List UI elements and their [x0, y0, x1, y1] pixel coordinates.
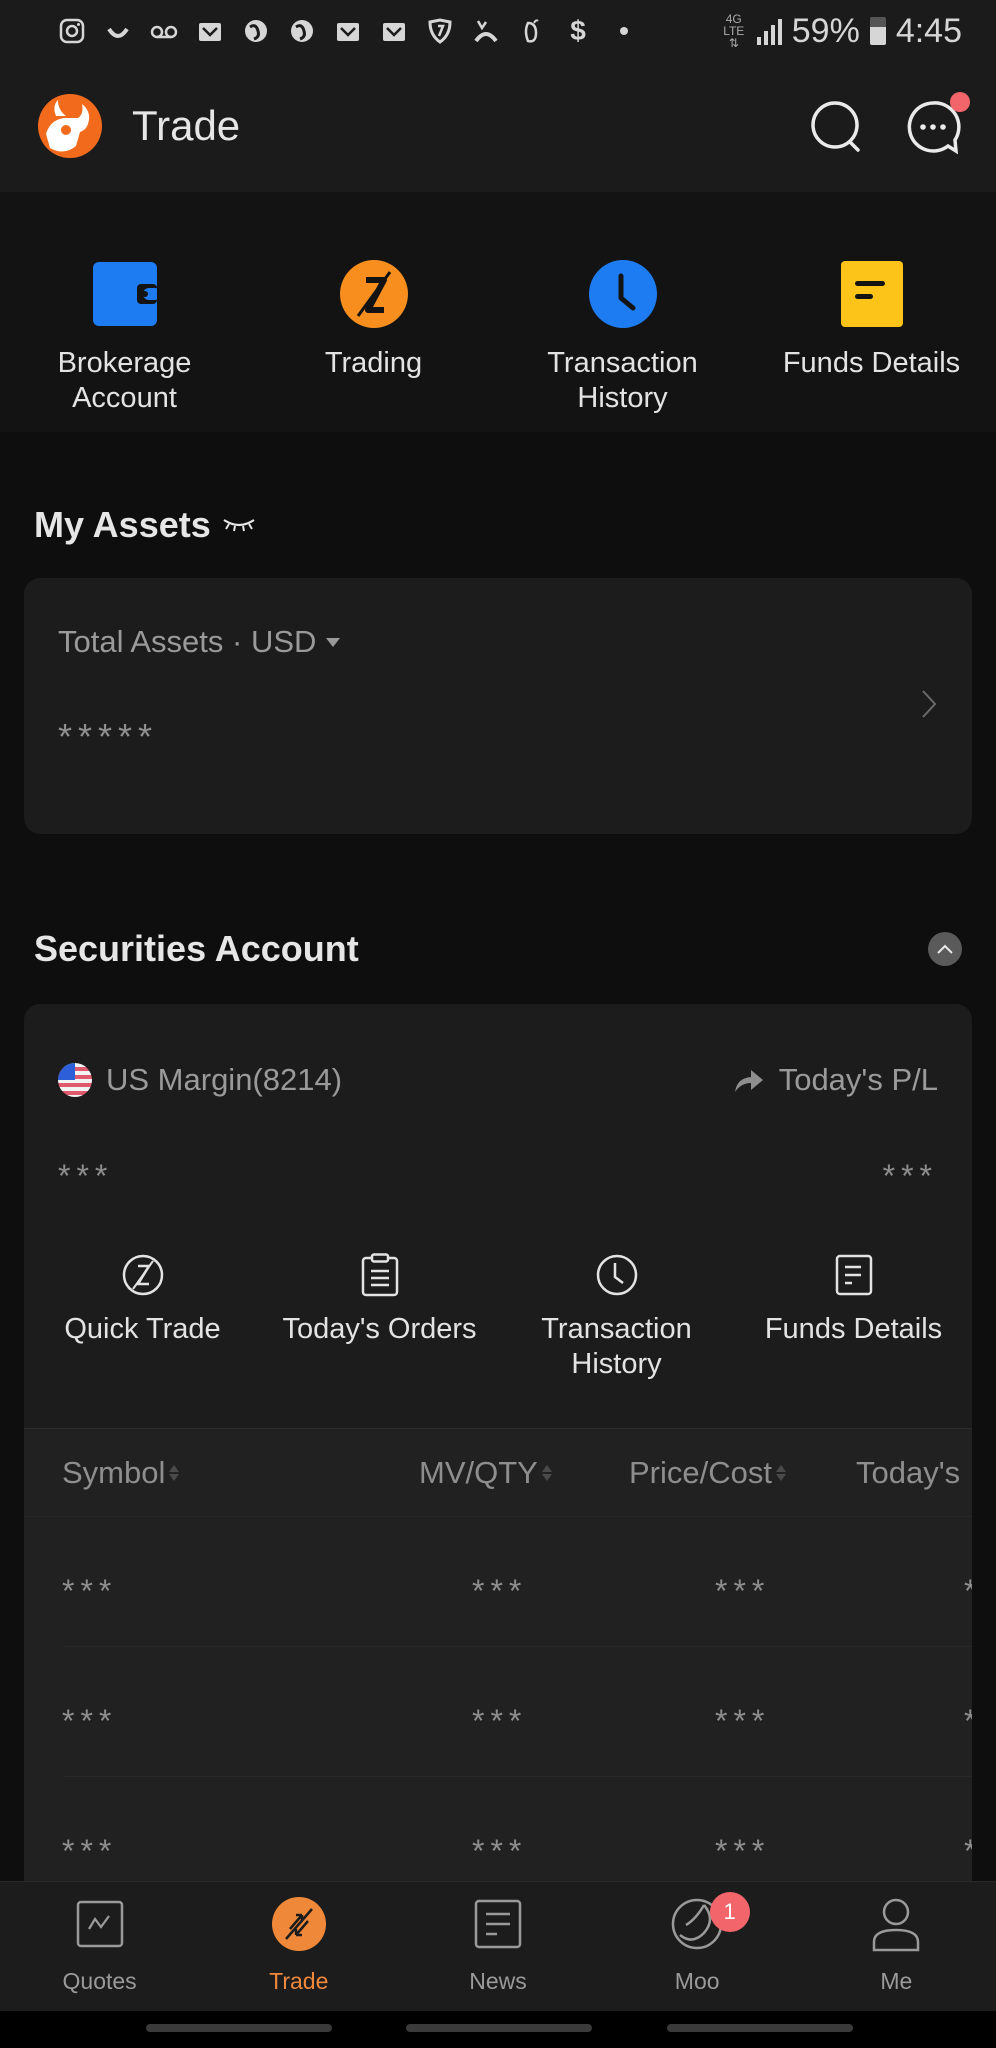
- table-header: Symbol MV/QTY Price/Cost Today's: [24, 1429, 972, 1517]
- bottom-navigation: Quotes Trade News Moo 1 Me: [0, 1881, 996, 2011]
- search-icon: [811, 101, 860, 152]
- sort-icon: [541, 1465, 552, 1481]
- sort-icon: [775, 1465, 786, 1481]
- nav-trade[interactable]: Trade: [199, 1882, 398, 2011]
- transaction-history-button-2[interactable]: Transaction History: [498, 1252, 735, 1382]
- voicemail-icon: [148, 15, 180, 47]
- quick-trade-icon: [120, 1252, 166, 1298]
- dollar-icon: $: [570, 15, 586, 46]
- person-icon: [868, 1896, 924, 1952]
- page-title: Trade: [132, 102, 241, 149]
- account-row[interactable]: US Margin(8214) Today's P/L: [58, 1062, 938, 1098]
- document-icon: [831, 1252, 877, 1298]
- total-assets-value: *****: [58, 716, 159, 757]
- clock-icon: [594, 1252, 640, 1298]
- battery-percent: 59%: [791, 11, 860, 50]
- nav-quotes[interactable]: Quotes: [0, 1882, 199, 2011]
- search-button[interactable]: [808, 98, 866, 156]
- app-icon: [286, 15, 318, 47]
- home-button[interactable]: [406, 2024, 592, 2032]
- total-assets-card[interactable]: Total Assets · USD *****: [24, 578, 972, 834]
- funds-details-button[interactable]: Funds Details: [747, 192, 996, 432]
- sort-icon: [169, 1465, 180, 1481]
- table-row[interactable]: *** *** *** *: [62, 1647, 972, 1777]
- chevron-right-icon: [922, 690, 937, 718]
- caret-down-icon: [326, 637, 341, 647]
- notification-badge: 1: [709, 1892, 750, 1932]
- mail-icon: [194, 15, 226, 47]
- quick-trade-button[interactable]: Quick Trade: [24, 1252, 261, 1382]
- collapse-button[interactable]: [928, 932, 962, 966]
- column-price-cost[interactable]: Price/Cost: [629, 1455, 786, 1491]
- todays-pl-toggle[interactable]: Today's P/L: [733, 1062, 938, 1098]
- dot-icon: [608, 15, 640, 47]
- account-values: *** ***: [58, 1158, 938, 1195]
- notification-icons: $: [56, 15, 640, 47]
- positions-table: Symbol MV/QTY Price/Cost Today's *** ***…: [24, 1428, 972, 1904]
- brokerage-account-button[interactable]: Brokerage Account: [0, 192, 249, 432]
- account-value: ***: [58, 1158, 114, 1194]
- funds-details-button-2[interactable]: Funds Details: [735, 1252, 972, 1382]
- trade-icon: [271, 1896, 327, 1952]
- quick-actions: Brokerage Account Trading Transaction Hi…: [0, 192, 996, 432]
- notification-dot: [950, 92, 970, 112]
- hide-eye-icon[interactable]: [221, 514, 257, 536]
- pl-value: ***: [882, 1158, 938, 1194]
- securities-account-heading: Securities Account: [34, 928, 359, 969]
- column-mv-qty[interactable]: MV/QTY: [419, 1455, 552, 1491]
- clipboard-icon: [357, 1252, 403, 1298]
- shield-icon: [424, 15, 456, 47]
- securities-account-card: US Margin(8214) Today's P/L *** *** Quic…: [24, 1004, 972, 1904]
- column-todays[interactable]: Today's: [856, 1455, 960, 1491]
- trading-button[interactable]: Trading: [249, 192, 498, 432]
- document-icon: [838, 260, 906, 328]
- mail-icon: [378, 15, 410, 47]
- todays-orders-button[interactable]: Today's Orders: [261, 1252, 498, 1382]
- app-logo-icon: [38, 94, 102, 158]
- column-symbol[interactable]: Symbol: [62, 1455, 180, 1491]
- status-bar: $ 4G LTE ⇅ 59% 4:45: [0, 0, 996, 62]
- system-gesture-bar: [0, 2011, 996, 2048]
- nav-me[interactable]: Me: [797, 1882, 996, 2011]
- account-actions: Quick Trade Today's Orders Transaction H…: [24, 1252, 972, 1382]
- currency-selector[interactable]: Total Assets · USD: [58, 624, 341, 660]
- us-flag-icon: [58, 1063, 92, 1097]
- clock: 4:45: [895, 11, 962, 50]
- clock-icon: [588, 260, 657, 328]
- nav-news[interactable]: News: [398, 1882, 597, 2011]
- app-icon: [516, 15, 548, 47]
- chevron-up-icon: [937, 944, 953, 954]
- wallet-icon: [91, 260, 159, 328]
- my-assets-heading: My Assets: [34, 504, 257, 546]
- back-button[interactable]: [667, 2024, 853, 2032]
- amazon-icon: [102, 15, 134, 47]
- nav-moo[interactable]: Moo 1: [598, 1882, 797, 2011]
- app-icon: [470, 15, 502, 47]
- instagram-icon: [56, 15, 88, 47]
- app-icon: [240, 15, 272, 47]
- account-name: US Margin(8214): [106, 1062, 343, 1097]
- share-arrow-icon: [734, 1070, 763, 1092]
- app-header: Trade: [0, 62, 996, 192]
- battery-icon: [869, 17, 886, 45]
- chart-icon: [72, 1896, 128, 1952]
- trade-icon: [339, 260, 408, 328]
- signal-icon: [756, 17, 782, 45]
- network-indicator: 4G LTE ⇅: [723, 12, 745, 50]
- table-row[interactable]: *** *** *** *: [62, 1517, 972, 1647]
- mail-icon: [332, 15, 364, 47]
- transaction-history-button[interactable]: Transaction History: [498, 192, 747, 432]
- recent-apps-button[interactable]: [146, 2024, 332, 2032]
- news-icon: [470, 1896, 526, 1952]
